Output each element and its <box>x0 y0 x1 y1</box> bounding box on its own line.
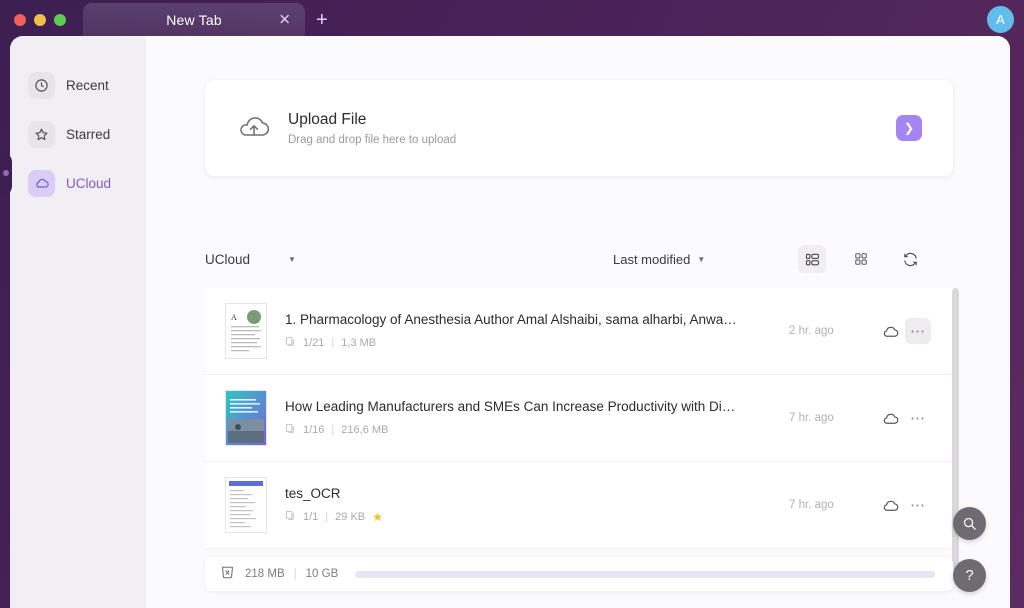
file-thumbnail <box>225 390 267 446</box>
file-size: 1,3 MB <box>341 337 377 349</box>
meta-separator: | <box>325 511 329 523</box>
cloud-sync-icon[interactable] <box>875 409 905 428</box>
file-name: How Leading Manufacturers and SMEs Can I… <box>285 399 736 414</box>
file-name: tes_OCR <box>285 486 341 501</box>
file-name: 1. Pharmacology of Anesthesia Author Ama… <box>285 312 737 327</box>
list-toolbar: UCloud ▼ Last modified ▼ <box>205 239 953 279</box>
cloud-icon <box>28 169 55 197</box>
clock-icon <box>28 71 55 99</box>
sidebar-item-label: Starred <box>66 126 111 142</box>
file-meta: 1/16 | 216,6 MB <box>285 423 789 437</box>
file-info: How Leading Manufacturers and SMEs Can I… <box>285 399 789 437</box>
pages-icon <box>285 423 296 437</box>
sidebar-item-starred[interactable]: Starred <box>28 117 146 151</box>
folder-dropdown[interactable]: UCloud ▼ <box>205 252 296 267</box>
page-count: 1/21 <box>303 337 325 349</box>
sort-dropdown-label: Last modified <box>613 251 691 267</box>
main-content: Upload File Drag and drop file here to u… <box>146 36 1010 608</box>
svg-text:A: A <box>231 313 237 322</box>
app-window: Recent Starred UCloud Upload File Drag a… <box>10 36 1010 608</box>
file-timestamp: 2 hr. ago <box>789 325 834 337</box>
minimize-window-button[interactable] <box>34 14 46 26</box>
table-row[interactable]: A 1. Pharmacology of Anesthesia Author A… <box>205 288 953 375</box>
cloud-upload-icon <box>234 110 274 147</box>
chevron-right-icon[interactable]: ❯ <box>896 115 922 141</box>
meta-separator: | <box>293 568 297 580</box>
table-row[interactable]: tes_OCR 1/1 | 29 KB ★ 7 hr. ago ⋯ <box>205 462 953 549</box>
sidebar-item-recent[interactable]: Recent <box>28 68 146 102</box>
file-timestamp: 7 hr. ago <box>789 412 834 424</box>
storage-text: 218 MB | 10 GB <box>245 568 338 580</box>
close-window-button[interactable] <box>14 14 26 26</box>
file-meta: 1/1 | 29 KB ★ <box>285 510 789 524</box>
search-icon[interactable] <box>953 507 986 540</box>
chevron-down-icon: ▼ <box>288 254 296 264</box>
view-button-group <box>798 245 924 273</box>
starred-icon: ★ <box>372 510 383 524</box>
titlebar: New Tab ✕ + A <box>0 0 1024 40</box>
file-info: 1. Pharmacology of Anesthesia Author Ama… <box>285 312 789 350</box>
storage-total: 10 GB <box>305 568 339 580</box>
list-view-icon[interactable] <box>798 245 826 273</box>
folder-dropdown-label: UCloud <box>205 251 251 267</box>
file-list: A 1. Pharmacology of Anesthesia Author A… <box>205 288 953 549</box>
file-timestamp: 7 hr. ago <box>789 499 834 511</box>
trash-icon[interactable] <box>219 563 236 585</box>
plus-icon[interactable]: + <box>316 10 328 30</box>
avatar[interactable]: A <box>987 6 1014 33</box>
window-controls <box>0 14 66 26</box>
grid-view-icon[interactable] <box>847 245 875 273</box>
storage-bar: 218 MB | 10 GB <box>205 557 953 591</box>
row-menu-button[interactable]: ⋯ <box>905 318 931 344</box>
file-thumbnail <box>225 477 267 533</box>
browser-tab[interactable]: New Tab ✕ <box>83 3 305 37</box>
file-thumbnail: A <box>225 303 267 359</box>
page-count: 1/16 <box>303 424 325 436</box>
file-size: 216,6 MB <box>341 424 389 436</box>
tab-title: New Tab <box>166 12 222 28</box>
storage-progress-bar <box>355 570 935 578</box>
upload-subtitle: Drag and drop file here to upload <box>288 133 457 146</box>
file-meta: 1/21 | 1,3 MB <box>285 336 789 350</box>
sidebar-item-label: Recent <box>66 77 109 93</box>
help-button[interactable]: ? <box>953 559 986 592</box>
upload-title: Upload File <box>288 110 367 128</box>
sidebar-collapse-handle[interactable] <box>3 170 9 176</box>
file-size: 29 KB <box>335 511 366 523</box>
row-menu-button[interactable]: ⋯ <box>905 405 931 431</box>
meta-separator: | <box>331 424 335 436</box>
file-info: tes_OCR 1/1 | 29 KB ★ <box>285 486 789 524</box>
star-icon <box>28 120 55 148</box>
storage-used: 218 MB <box>245 568 285 580</box>
refresh-icon[interactable] <box>896 245 924 273</box>
pages-icon <box>285 336 296 350</box>
chevron-down-icon: ▼ <box>697 254 706 264</box>
sort-dropdown[interactable]: Last modified ▼ <box>613 252 705 267</box>
maximize-window-button[interactable] <box>54 14 66 26</box>
upload-text-block: Upload File Drag and drop file here to u… <box>288 111 456 146</box>
row-menu-button[interactable]: ⋯ <box>905 492 931 518</box>
sidebar-item-ucloud[interactable]: UCloud <box>28 166 146 200</box>
sidebar-item-label: UCloud <box>66 175 112 191</box>
sidebar: Recent Starred UCloud <box>10 36 146 608</box>
meta-separator: | <box>331 337 335 349</box>
cloud-sync-icon[interactable] <box>875 322 905 341</box>
table-row[interactable]: How Leading Manufacturers and SMEs Can I… <box>205 375 953 462</box>
cloud-sync-icon[interactable] <box>875 496 905 515</box>
upload-file-card[interactable]: Upload File Drag and drop file here to u… <box>205 80 953 176</box>
close-icon[interactable]: ✕ <box>278 13 291 28</box>
page-count: 1/1 <box>303 511 319 523</box>
pages-icon <box>285 510 296 524</box>
